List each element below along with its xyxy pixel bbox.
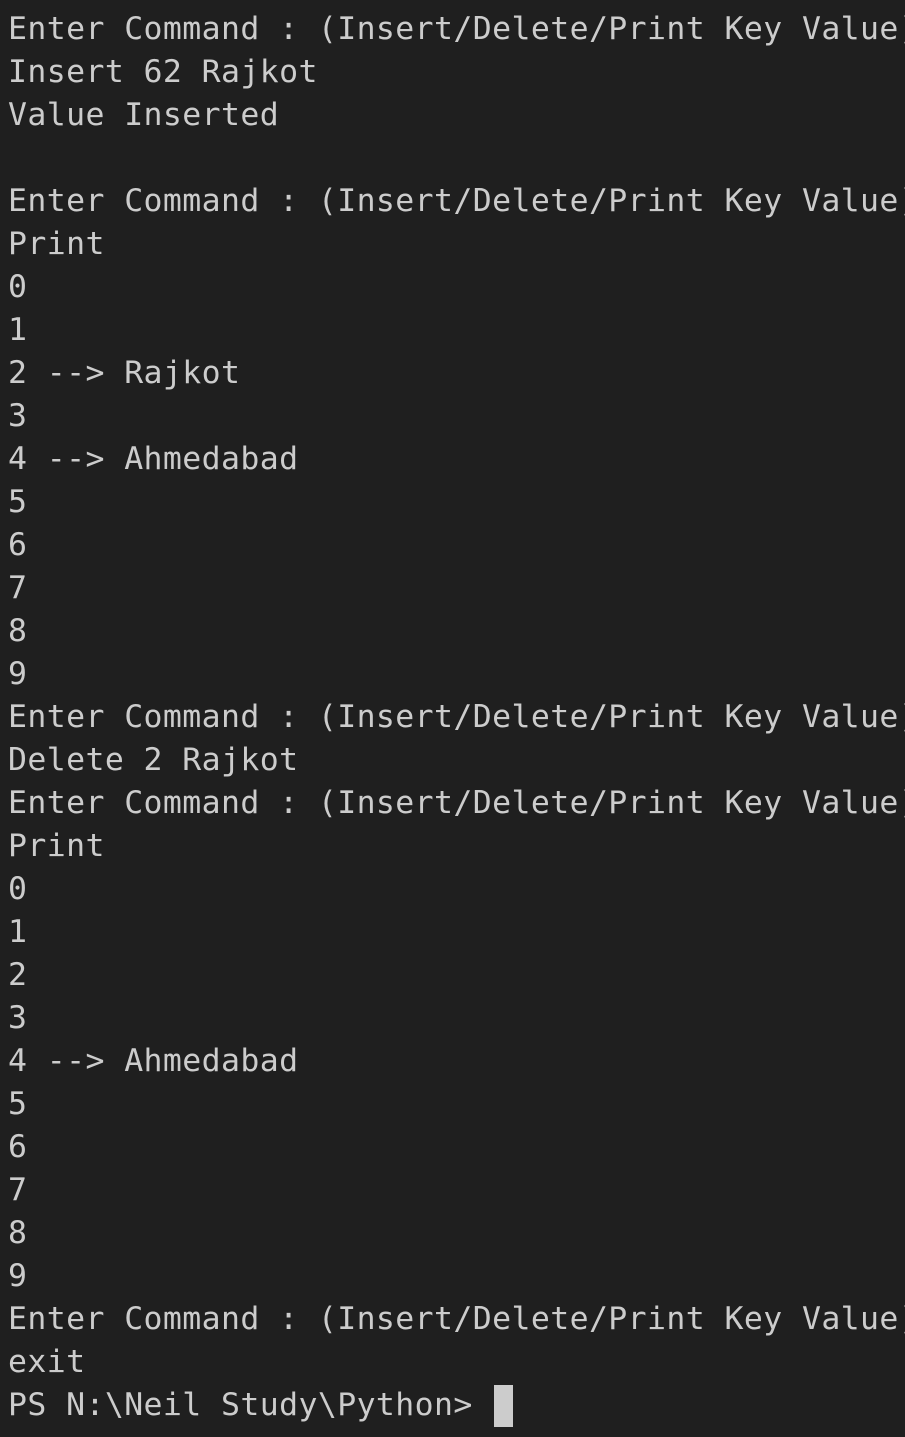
- output-line: 7: [8, 570, 28, 606]
- output-line: 8: [8, 613, 28, 649]
- output-line: 5: [8, 484, 28, 520]
- output-line: 8: [8, 1215, 28, 1251]
- output-line: Enter Command : (Insert/Delete/Print Key…: [8, 699, 905, 735]
- output-line: 0: [8, 871, 28, 907]
- output-line: 9: [8, 1258, 28, 1294]
- output-line: 1: [8, 914, 28, 950]
- output-line: 6: [8, 527, 28, 563]
- output-line: 0: [8, 269, 28, 305]
- output-line: 1: [8, 312, 28, 348]
- output-line: 4 --> Ahmedabad: [8, 1043, 299, 1079]
- output-line: 2 --> Rajkot: [8, 355, 241, 391]
- output-line: 6: [8, 1129, 28, 1165]
- output-line: Value Inserted: [8, 97, 280, 133]
- output-line: Delete 2 Rajkot: [8, 742, 299, 778]
- output-line: Print: [8, 828, 105, 864]
- output-line: 5: [8, 1086, 28, 1122]
- shell-prompt: PS N:\Neil Study\Python>: [8, 1387, 493, 1423]
- output-line: exit: [8, 1344, 86, 1380]
- output-line: Enter Command : (Insert/Delete/Print Key…: [8, 785, 905, 821]
- output-line: Print: [8, 226, 105, 262]
- output-line: Enter Command : (Insert/Delete/Print Key…: [8, 1301, 905, 1337]
- output-line: Enter Command : (Insert/Delete/Print Key…: [8, 183, 905, 219]
- terminal-output[interactable]: Enter Command : (Insert/Delete/Print Key…: [0, 0, 905, 1437]
- output-line: 7: [8, 1172, 28, 1208]
- text-cursor: [494, 1384, 514, 1427]
- output-line: 3: [8, 398, 28, 434]
- output-line: Insert 62 Rajkot: [8, 54, 318, 90]
- output-line: 4 --> Ahmedabad: [8, 441, 299, 477]
- shell-prompt-line[interactable]: PS N:\Neil Study\Python>: [8, 1384, 905, 1427]
- output-line: 9: [8, 656, 28, 692]
- output-line: 3: [8, 1000, 28, 1036]
- output-line: Enter Command : (Insert/Delete/Print Key…: [8, 11, 905, 47]
- output-line: 2: [8, 957, 28, 993]
